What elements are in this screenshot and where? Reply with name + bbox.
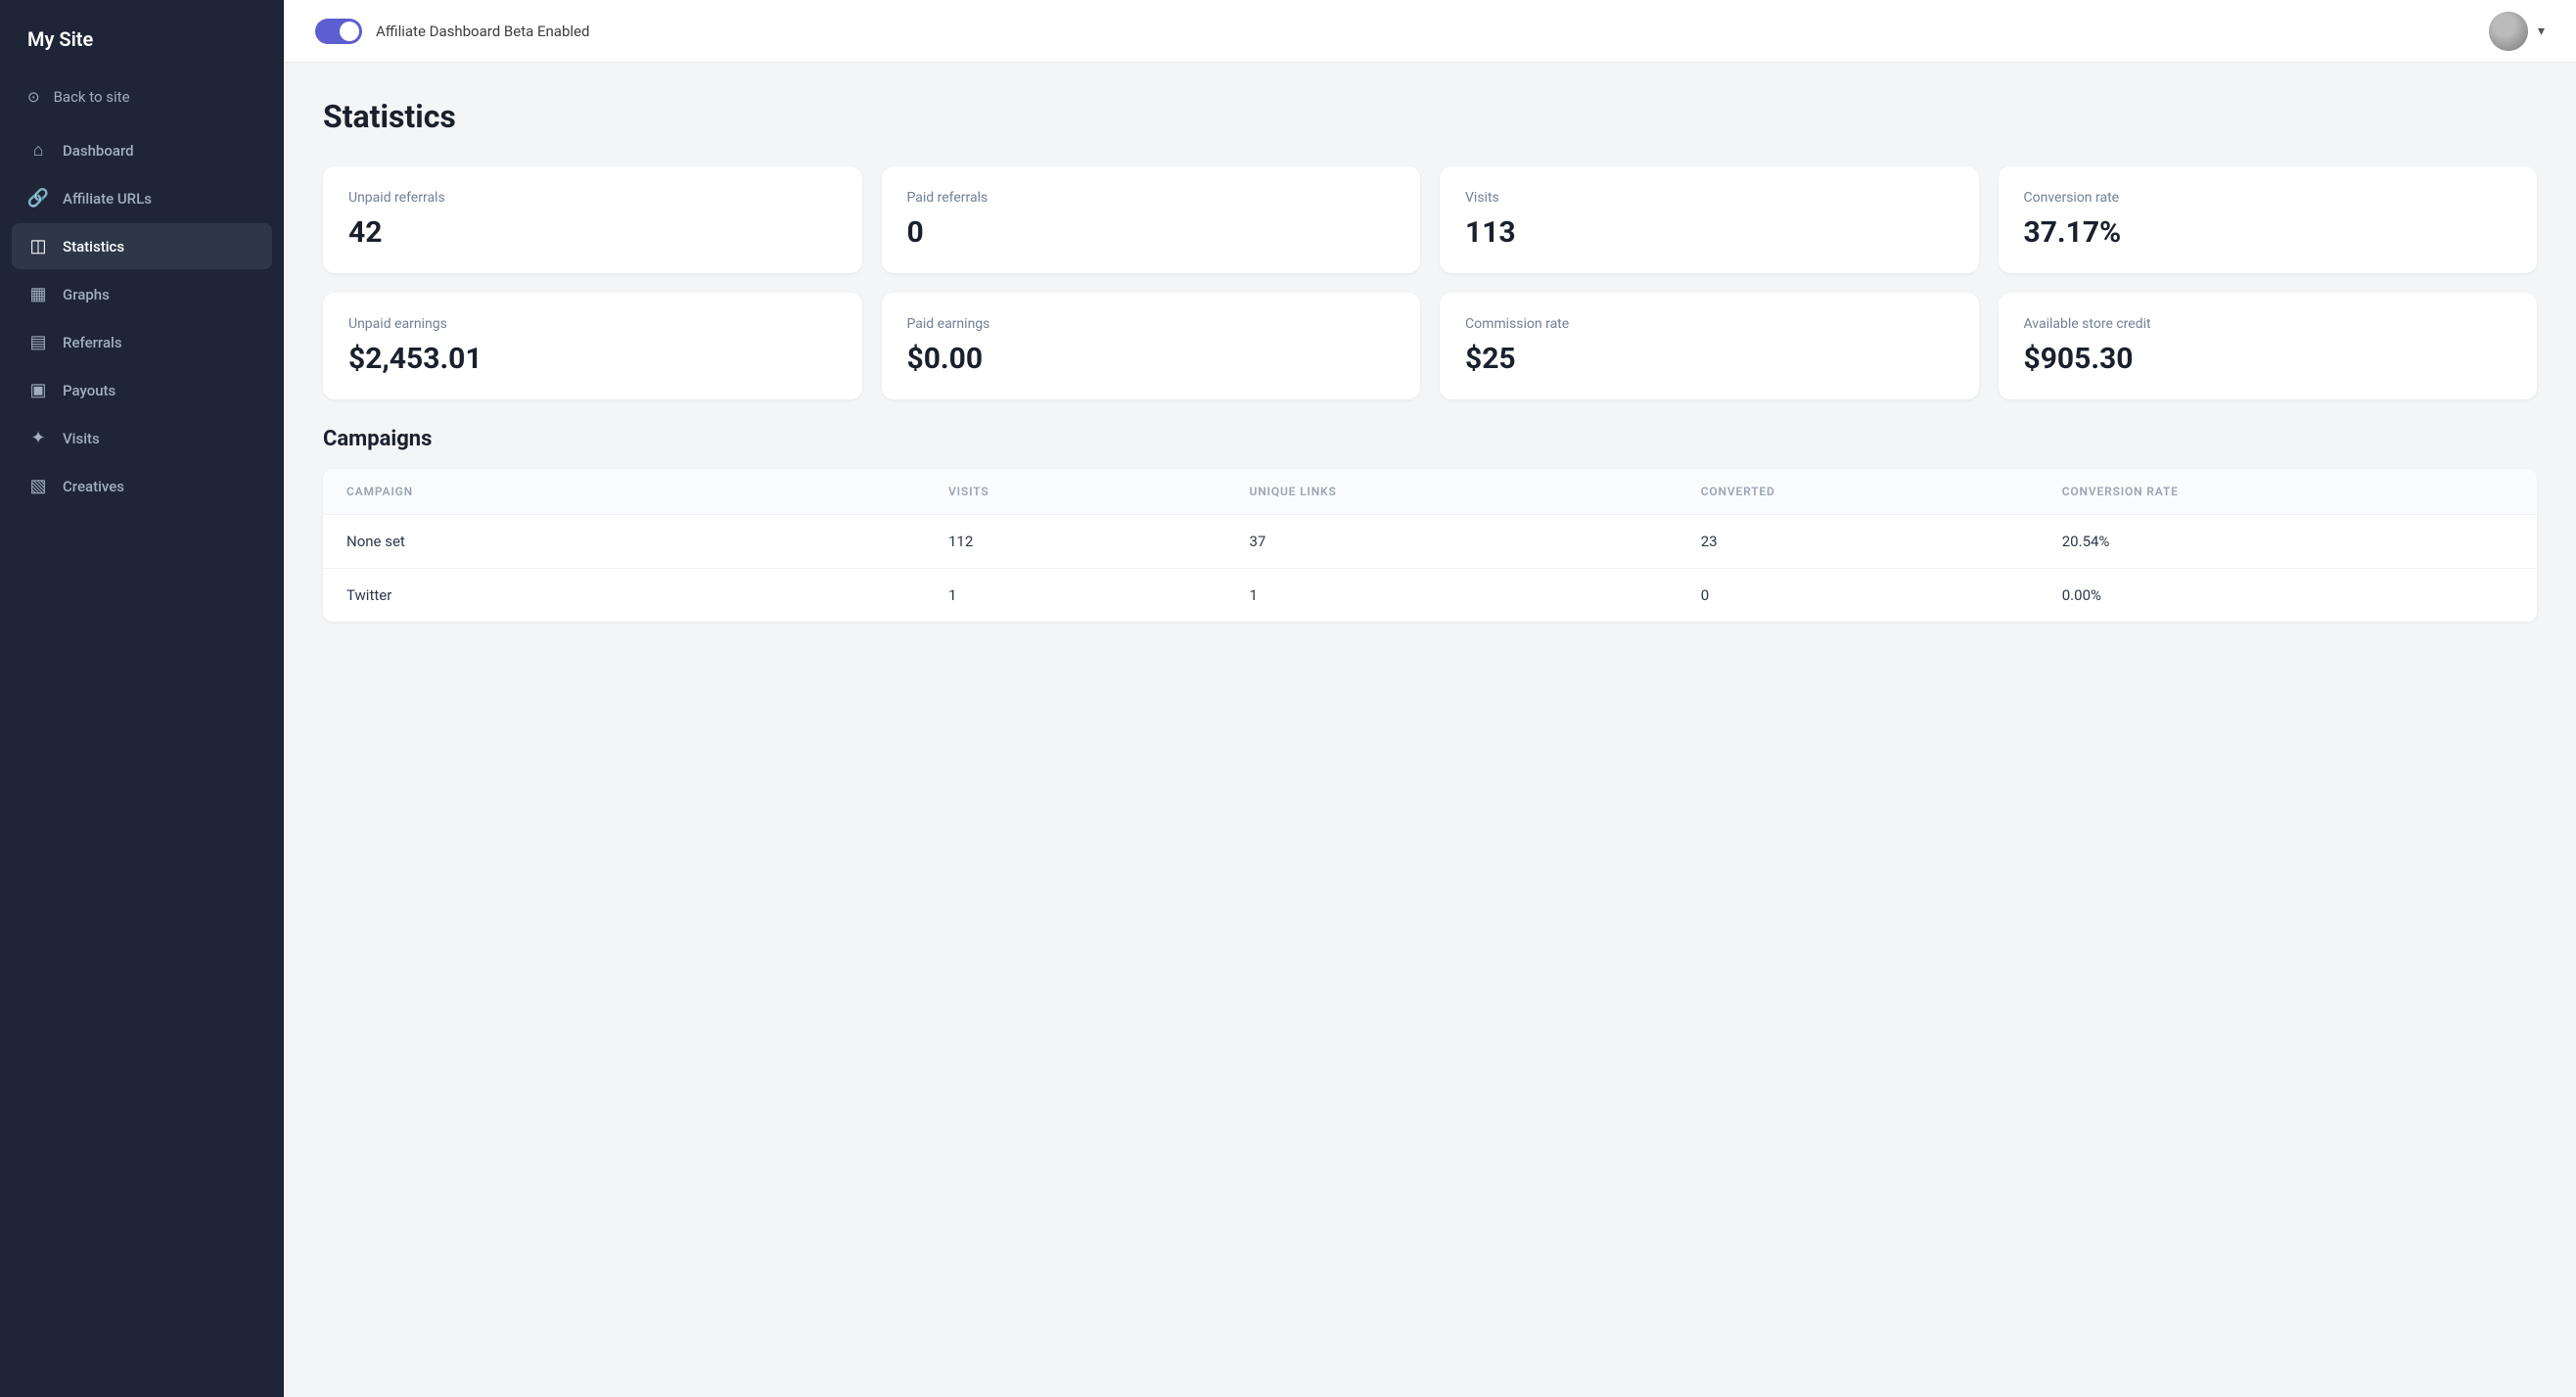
table-header-col-0: CAMPAIGN — [346, 485, 948, 498]
back-icon: ⊙ — [27, 88, 40, 106]
table-cell-0-campaign-name: None set — [346, 533, 948, 550]
affiliate-urls-icon: 🔗 — [27, 188, 49, 209]
stat-card-row2-1: Paid earnings $0.00 — [882, 293, 1421, 399]
stats-row-2: Unpaid earnings $2,453.01 Paid earnings $0.… — [323, 293, 2537, 399]
header-left: Affiliate Dashboard Beta Enabled — [315, 19, 589, 44]
table-cell-1-unique-links-count: 1 — [1250, 586, 1701, 604]
toggle-label: Affiliate Dashboard Beta Enabled — [376, 23, 589, 40]
stat-value-row1-1: 0 — [907, 215, 1396, 250]
sidebar-item-graphs[interactable]: ▦ Graphs — [12, 271, 272, 317]
payouts-icon: ▣ — [27, 380, 49, 400]
table-header-col-1: VISITS — [948, 485, 1250, 498]
table-header: CAMPAIGNVISITSUNIQUE LINKSCONVERTEDCONVE… — [323, 469, 2537, 515]
stat-value-row2-1: $0.00 — [907, 342, 1396, 376]
campaigns-section: Campaigns CAMPAIGNVISITSUNIQUE LINKSCONV… — [323, 427, 2537, 622]
campaigns-table: CAMPAIGNVISITSUNIQUE LINKSCONVERTEDCONVE… — [323, 469, 2537, 622]
table-cell-0-visits-count: 112 — [948, 533, 1250, 550]
header: Affiliate Dashboard Beta Enabled ▾ — [284, 0, 2576, 63]
site-title: My Site — [0, 0, 284, 74]
sidebar-item-affiliate-urls[interactable]: 🔗 Affiliate URLs — [12, 175, 272, 221]
avatar-photo — [2489, 12, 2528, 51]
table-cell-1-converted-count: 0 — [1701, 586, 2062, 604]
stat-card-row2-2: Commission rate $25 — [1440, 293, 1979, 399]
stat-card-row1-2: Visits 113 — [1440, 166, 1979, 273]
sidebar-item-creatives-label: Creatives — [63, 478, 124, 495]
stat-card-row1-1: Paid referrals 0 — [882, 166, 1421, 273]
table-cell-1-campaign-name: Twitter — [346, 586, 948, 604]
sidebar-item-payouts[interactable]: ▣ Payouts — [12, 367, 272, 413]
stat-value-row2-0: $2,453.01 — [348, 342, 837, 376]
main-content: Affiliate Dashboard Beta Enabled ▾ Stati… — [284, 0, 2576, 1397]
campaigns-title: Campaigns — [323, 427, 2537, 451]
visits-icon: ✦ — [27, 428, 49, 448]
stat-value-row1-0: 42 — [348, 215, 837, 250]
stat-label-row1-0: Unpaid referrals — [348, 190, 837, 206]
sidebar-nav: ⌂ Dashboard 🔗 Affiliate URLs ◫ Statistics ▦ Gra… — [0, 127, 284, 509]
stat-value-row2-2: $25 — [1465, 342, 1954, 376]
table-cell-0-unique-links-count: 37 — [1250, 533, 1701, 550]
stat-value-row2-3: $905.30 — [2024, 342, 2512, 376]
creatives-icon: ▧ — [27, 476, 49, 496]
table-cell-0-conversion-rate: 20.54% — [2062, 533, 2513, 550]
sidebar: My Site ⊙ Back to site ⌂ Dashboard 🔗 Affili… — [0, 0, 284, 1397]
stat-label-row1-2: Visits — [1465, 190, 1954, 206]
stat-label-row2-1: Paid earnings — [907, 316, 1396, 332]
table-cell-0-converted-count: 23 — [1701, 533, 2062, 550]
stat-label-row1-3: Conversion rate — [2024, 190, 2512, 206]
table-header-col-3: CONVERTED — [1701, 485, 2062, 498]
table-row: None set112372320.54% — [323, 515, 2537, 569]
stat-value-row1-3: 37.17% — [2024, 215, 2512, 250]
page-title: Statistics — [323, 98, 2537, 135]
sidebar-item-dashboard-label: Dashboard — [63, 142, 134, 160]
avatar — [2489, 12, 2528, 51]
sidebar-item-dashboard[interactable]: ⌂ Dashboard — [12, 127, 272, 173]
stat-card-row2-3: Available store credit $905.30 — [1999, 293, 2538, 399]
table-cell-1-visits-count: 1 — [948, 586, 1250, 604]
stat-label-row2-0: Unpaid earnings — [348, 316, 837, 332]
toggle-knob — [340, 22, 359, 41]
sidebar-item-payouts-label: Payouts — [63, 382, 115, 399]
sidebar-item-visits[interactable]: ✦ Visits — [12, 415, 272, 461]
stat-card-row1-3: Conversion rate 37.17% — [1999, 166, 2538, 273]
user-menu-button[interactable]: ▾ — [2489, 12, 2545, 51]
table-row: Twitter1100.00% — [323, 569, 2537, 622]
stat-label-row1-1: Paid referrals — [907, 190, 1396, 206]
stat-value-row1-2: 113 — [1465, 215, 1954, 250]
statistics-icon: ◫ — [27, 236, 49, 256]
affiliate-dashboard-toggle[interactable] — [315, 19, 362, 44]
sidebar-item-referrals[interactable]: ▤ Referrals — [12, 319, 272, 365]
stat-label-row2-2: Commission rate — [1465, 316, 1954, 332]
stat-card-row2-0: Unpaid earnings $2,453.01 — [323, 293, 862, 399]
sidebar-item-statistics[interactable]: ◫ Statistics — [12, 223, 272, 269]
table-header-col-4: CONVERSION RATE — [2062, 485, 2513, 498]
page-content: Statistics Unpaid referrals 42 Paid referr… — [284, 63, 2576, 1397]
sidebar-item-statistics-label: Statistics — [63, 238, 124, 256]
stats-row-1: Unpaid referrals 42 Paid referrals 0 Visits 1… — [323, 166, 2537, 273]
sidebar-item-visits-label: Visits — [63, 430, 100, 447]
chevron-down-icon: ▾ — [2538, 23, 2545, 39]
back-to-site-label: Back to site — [54, 88, 130, 106]
referrals-icon: ▤ — [27, 332, 49, 352]
sidebar-item-referrals-label: Referrals — [63, 334, 122, 351]
dashboard-icon: ⌂ — [27, 140, 49, 161]
table-header-col-2: UNIQUE LINKS — [1250, 485, 1701, 498]
back-to-site-button[interactable]: ⊙ Back to site — [0, 74, 284, 119]
sidebar-item-creatives[interactable]: ▧ Creatives — [12, 463, 272, 509]
table-cell-1-conversion-rate: 0.00% — [2062, 586, 2513, 604]
stat-card-row1-0: Unpaid referrals 42 — [323, 166, 862, 273]
stat-label-row2-3: Available store credit — [2024, 316, 2512, 332]
sidebar-item-affiliate-urls-label: Affiliate URLs — [63, 190, 152, 208]
sidebar-item-graphs-label: Graphs — [63, 286, 110, 303]
table-body: None set112372320.54%Twitter1100.00% — [323, 515, 2537, 622]
graphs-icon: ▦ — [27, 284, 49, 304]
